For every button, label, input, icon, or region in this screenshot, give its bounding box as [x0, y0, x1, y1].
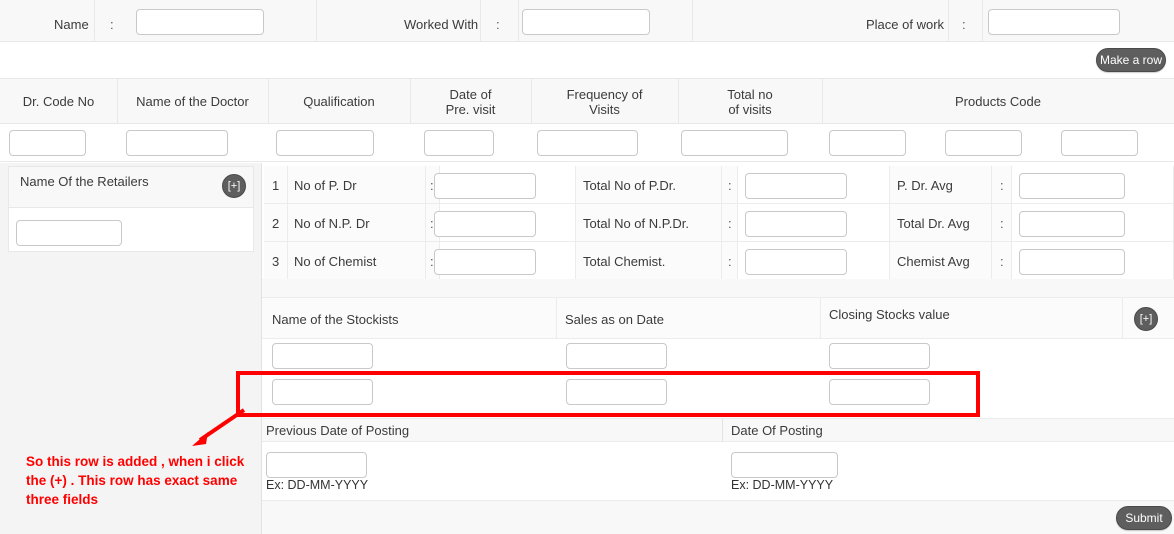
avg-label-3: Chemist Avg [897, 254, 970, 269]
no-of-np-dr-input[interactable] [434, 211, 536, 237]
divider [692, 0, 693, 42]
divider [722, 418, 723, 442]
total-no-of-np-dr-input[interactable] [745, 211, 847, 237]
header-total-no-of-visits-line1: Total no [727, 87, 773, 102]
stockist-sales-input-2[interactable] [566, 379, 667, 405]
form-page: Name : Worked With : Place of work : Mak… [0, 0, 1174, 534]
divider [1122, 297, 1123, 339]
avg-label-1: P. Dr. Avg [897, 178, 953, 193]
total-no-of-visits-input[interactable] [681, 130, 788, 156]
add-retailer-row-button[interactable]: [+] [222, 174, 246, 198]
stockist-row-1 [262, 339, 1174, 373]
count-label-3: No of Chemist [294, 254, 377, 269]
date-of-posting-label: Date Of Posting [731, 423, 823, 438]
header-dr-code-no: Dr. Code No [22, 94, 95, 109]
divider [518, 0, 519, 42]
divider [316, 0, 317, 42]
doctor-name-input[interactable] [126, 130, 228, 156]
header-frequency-of-visits-line2: Visits [589, 102, 620, 117]
footer: Submit [262, 500, 1174, 534]
place-of-work-colon: : [962, 17, 966, 32]
count-label-1: No of P. Dr [294, 178, 357, 193]
avg-colon-2: : [1000, 216, 1004, 231]
add-stockist-row-button[interactable]: [+] [1134, 307, 1158, 331]
place-of-work-label: Place of work [866, 17, 945, 32]
avg-colon-1: : [1000, 178, 1004, 193]
make-a-row-button[interactable]: Make a row [1096, 48, 1166, 72]
header-sales-as-on-date: Sales as on Date [565, 312, 665, 327]
total-colon-3: : [728, 254, 732, 269]
stockist-closing-input-2[interactable] [829, 379, 930, 405]
worked-with-label: Worked With [404, 17, 479, 32]
avg-colon-3: : [1000, 254, 1004, 269]
products-code-input-3[interactable] [1061, 130, 1138, 156]
worked-with-colon: : [496, 17, 500, 32]
date-of-pre-visit-input[interactable] [424, 130, 494, 156]
frequency-of-visits-input[interactable] [537, 130, 638, 156]
no-of-chemist-input[interactable] [434, 249, 536, 275]
dr-code-no-input[interactable] [9, 130, 86, 156]
name-label: Name [54, 17, 89, 32]
toolbar: Make a row [0, 42, 1174, 78]
previous-date-of-posting-label: Previous Date of Posting [266, 423, 410, 438]
divider [982, 0, 983, 42]
p-dr-avg-input[interactable] [1019, 173, 1125, 199]
header-total-no-of-visits-line2: of visits [728, 102, 772, 117]
products-code-input-2[interactable] [945, 130, 1022, 156]
date-of-posting-input[interactable] [731, 452, 838, 478]
stockist-row-2 [262, 373, 1174, 415]
header-qualification: Qualification [303, 94, 375, 109]
count-index-3: 3 [272, 254, 280, 269]
divider [948, 0, 949, 42]
annotation-text: So this row is added , when i click the … [26, 454, 245, 507]
divider [820, 297, 821, 339]
total-no-of-p-dr-input[interactable] [745, 173, 847, 199]
place-of-work-input[interactable] [988, 9, 1120, 35]
stockist-closing-input-1[interactable] [829, 343, 930, 369]
products-code-input-1[interactable] [829, 130, 906, 156]
count-index-2: 2 [272, 216, 280, 231]
previous-date-of-posting-input[interactable] [266, 452, 367, 478]
divider [556, 297, 557, 339]
previous-date-hint: Ex: DD-MM-YYYY [266, 478, 369, 492]
qualification-input[interactable] [276, 130, 374, 156]
count-index-1: 1 [272, 178, 280, 193]
avg-label-2: Total Dr. Avg [897, 216, 970, 231]
stockists-header [262, 297, 1174, 339]
chemist-avg-input[interactable] [1019, 249, 1125, 275]
total-dr-avg-input[interactable] [1019, 211, 1125, 237]
name-input[interactable] [136, 9, 264, 35]
no-of-p-dr-input[interactable] [434, 173, 536, 199]
header-name-of-the-stockists: Name of the Stockists [272, 312, 399, 327]
total-colon-2: : [728, 216, 732, 231]
total-colon-1: : [728, 178, 732, 193]
stockist-name-input-2[interactable] [272, 379, 373, 405]
stockist-sales-input-1[interactable] [566, 343, 667, 369]
name-colon: : [110, 17, 114, 32]
header-products-code: Products Code [955, 94, 1041, 109]
total-label-2: Total No of N.P.Dr. [583, 216, 689, 231]
count-label-2: No of N.P. Dr [294, 216, 370, 231]
header-closing-stocks-value: Closing Stocks value [829, 307, 950, 322]
stockist-name-input-1[interactable] [272, 343, 373, 369]
retailer-name-input[interactable] [16, 220, 122, 246]
divider [480, 0, 481, 42]
total-chemist-input[interactable] [745, 249, 847, 275]
posting-body [262, 442, 1174, 500]
total-label-1: Total No of P.Dr. [583, 178, 676, 193]
retailers-title: Name Of the Retailers [20, 174, 149, 189]
stockists-spacer [262, 279, 1174, 297]
total-label-3: Total Chemist. [583, 254, 666, 269]
header-date-of-pre-visit-line1: Date of [449, 87, 492, 102]
submit-button[interactable]: Submit [1116, 506, 1172, 530]
worked-with-input[interactable] [522, 9, 650, 35]
header-date-of-pre-visit-line2: Pre. visit [445, 102, 496, 117]
header-name-of-the-doctor: Name of the Doctor [136, 94, 249, 109]
divider [94, 0, 95, 42]
header-frequency-of-visits-line1: Frequency of [566, 87, 643, 102]
date-of-posting-hint: Ex: DD-MM-YYYY [731, 478, 834, 492]
annotation-arrow-icon [192, 408, 246, 446]
